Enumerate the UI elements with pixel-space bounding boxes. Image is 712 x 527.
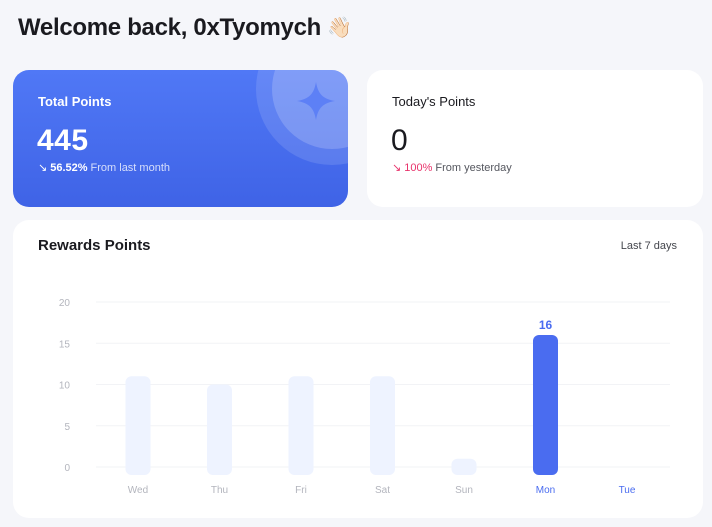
- bar: [370, 376, 395, 475]
- page-title: Welcome back, 0xTyomych 👋🏻: [18, 14, 352, 42]
- trend-percent: 56.52%: [50, 161, 88, 174]
- todays-points-value: 0: [391, 124, 409, 157]
- x-tick-label: Sat: [375, 485, 390, 496]
- trend-percent: 100%: [404, 161, 433, 174]
- bar: [125, 376, 151, 475]
- trend-text: From last month: [90, 161, 170, 174]
- trend-down-icon: ↘: [38, 162, 48, 174]
- total-points-card: Total Points 445 ↘ 56.52% From last mont…: [13, 70, 348, 207]
- x-tick-label: Wed: [128, 485, 148, 496]
- y-tick-label: 0: [64, 463, 70, 474]
- bar: [451, 458, 477, 475]
- waving-hand-icon: 👋🏻: [327, 17, 352, 39]
- x-tick-label: Sun: [455, 485, 473, 496]
- todays-points-trend: ↘ 100% From yesterday: [392, 161, 512, 175]
- data-label: 16: [539, 318, 553, 332]
- bar: [288, 376, 314, 475]
- x-tick-label: Thu: [211, 485, 228, 496]
- y-tick-label: 15: [59, 339, 71, 350]
- total-points-value: 445: [37, 124, 89, 157]
- total-points-trend: ↘ 56.52% From last month: [38, 161, 170, 175]
- x-tick-label: Tue: [619, 485, 636, 496]
- bar: [533, 335, 558, 475]
- welcome-text: Welcome back, 0xTyomych: [18, 14, 322, 41]
- y-tick-label: 20: [59, 298, 71, 309]
- y-tick-label: 5: [64, 422, 70, 433]
- x-tick-label: Mon: [536, 485, 555, 496]
- sparkle-icon: [297, 82, 335, 120]
- x-tick-label: Fri: [295, 485, 307, 496]
- todays-points-label: Today's Points: [392, 94, 476, 109]
- rewards-points-card: Rewards Points Last 7 days 0 5 10 15 20 Wed Th…: [13, 220, 703, 518]
- bar: [207, 384, 232, 475]
- total-points-label: Total Points: [38, 94, 112, 109]
- todays-points-card: Today's Points 0 ↘ 100% From yesterday: [367, 70, 703, 207]
- trend-text: From yesterday: [435, 161, 512, 174]
- rewards-bar-chart: 0 5 10 15 20 Wed Thu Fri Sat Sun Mon Tue 16: [59, 298, 670, 496]
- trend-down-icon: ↘: [392, 162, 402, 174]
- y-tick-label: 10: [59, 381, 71, 392]
